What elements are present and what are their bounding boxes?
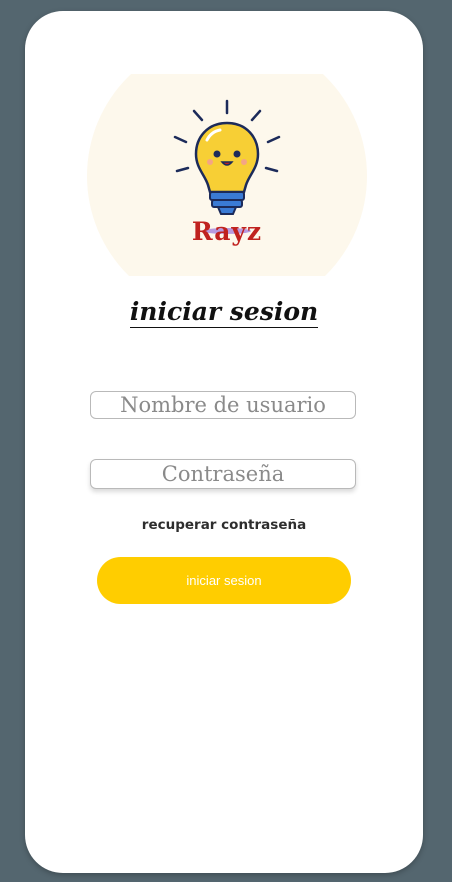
page-title: iniciar sesion bbox=[25, 297, 423, 328]
logo: Rayz bbox=[87, 74, 367, 276]
page-title-text: iniciar sesion bbox=[129, 297, 319, 328]
recover-password-link[interactable]: recuperar contraseña bbox=[25, 517, 423, 533]
login-card: Rayz iniciar sesion recuperar contraseña… bbox=[25, 11, 423, 873]
username-input[interactable] bbox=[90, 391, 356, 419]
login-button[interactable]: iniciar sesion bbox=[97, 557, 351, 604]
password-input[interactable] bbox=[90, 459, 356, 489]
brand-name: Rayz bbox=[191, 217, 263, 246]
